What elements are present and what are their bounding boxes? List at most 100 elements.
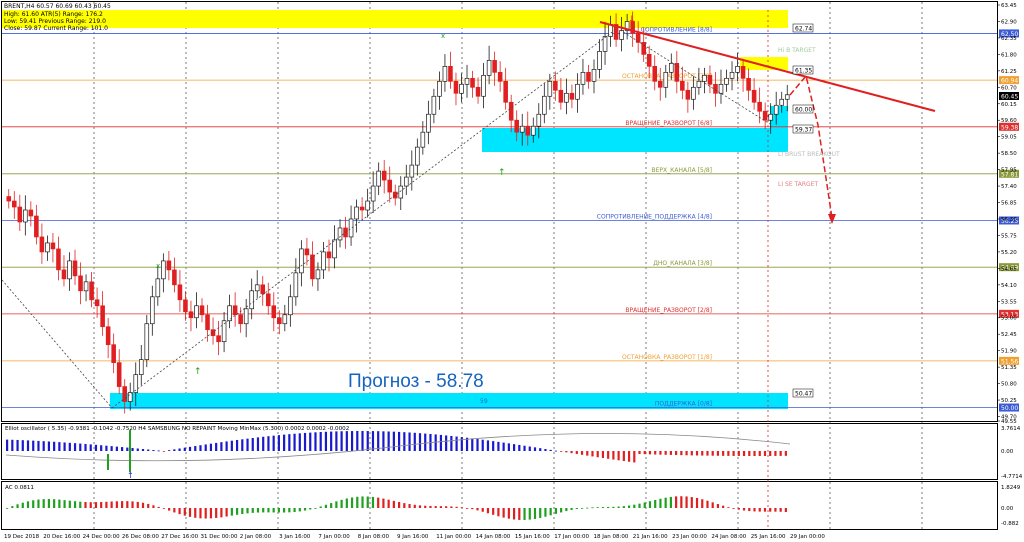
box-tag-text: 62.74 (795, 26, 812, 33)
time-tick-label: 9 Jan 16:00 (397, 534, 429, 540)
candle-body (166, 260, 172, 271)
elliot-bar (565, 451, 568, 453)
candle-body (740, 66, 746, 79)
candle-body (265, 293, 271, 307)
price-tick-label: 51.90 (1001, 349, 1017, 355)
ac-bar (481, 508, 484, 512)
green-x-marker: x (441, 32, 445, 40)
candle-body (260, 284, 266, 295)
ac-bar (586, 507, 589, 509)
level-label: ВЕРХ_КАНАЛА [5/8] (652, 167, 712, 174)
ac-bar (607, 506, 610, 508)
ac-bar (277, 508, 280, 513)
candle-body (597, 51, 602, 70)
ac-bar (283, 508, 286, 513)
elliot-bar (748, 451, 751, 456)
ac-bar (460, 507, 463, 509)
ac-bar (350, 497, 354, 508)
elliot-bar (272, 435, 275, 451)
elliot-bar (570, 451, 573, 454)
candle-body (144, 323, 150, 360)
ac-bar (335, 501, 338, 508)
ac-bar (633, 504, 636, 508)
elliot-bar (439, 434, 443, 451)
ac-bar (753, 508, 756, 512)
elliot-up-arrow: ↑ (127, 471, 134, 480)
candle-body (61, 269, 67, 280)
elliot-bar (742, 451, 746, 456)
elliot-bar (512, 444, 516, 451)
elliot-bar (168, 450, 171, 451)
ac-bar (737, 508, 740, 510)
ac-bar (366, 496, 369, 508)
candle-body (724, 77, 729, 85)
candle-body (381, 170, 387, 181)
ac-bar (47, 499, 51, 508)
candle-body (663, 71, 669, 88)
elliot-bar (199, 445, 202, 451)
elliot-bar (235, 439, 239, 451)
ac-bar (638, 503, 641, 508)
elliot-bar (356, 431, 359, 451)
candle-body (784, 94, 790, 100)
elliot-bar (596, 451, 599, 458)
elliot-bar (42, 441, 45, 451)
stats-low: Low: 59.41 Previous Range: 219.0 (4, 18, 106, 25)
candle-body (575, 83, 580, 100)
candle-body (299, 248, 304, 274)
elliot-bar (648, 451, 652, 455)
candle-body (437, 80, 442, 97)
elliot-bar (413, 432, 416, 451)
ac-bar (215, 508, 218, 518)
candle-body (337, 227, 343, 241)
elliot-bar (68, 442, 71, 451)
ac-bar (711, 502, 714, 508)
candle-body (459, 83, 464, 94)
ac-bar (727, 507, 730, 508)
ac-bar (523, 508, 526, 520)
ac-bar (162, 508, 165, 509)
candle-body (89, 281, 94, 301)
time-tick-label: 29 Jan 00:00 (790, 534, 825, 540)
ac-panel (1, 481, 998, 530)
candle-body (127, 392, 133, 402)
elliot-bar (225, 441, 228, 451)
time-tick-label: 8 Jan 08:00 (358, 534, 390, 540)
elliot-bar (79, 443, 82, 451)
price-chart[interactable]: СОПРОТИВЛЕНИЕ [8/8]62.50ОСТАНОВКА_РАЗВОР… (0, 0, 1024, 542)
candle-body (431, 95, 437, 115)
candle-body (249, 290, 254, 310)
elliot-bar (418, 433, 422, 451)
candle-body (735, 66, 740, 73)
candle-body (100, 305, 105, 328)
candle-body (34, 215, 39, 238)
elliot-bar (21, 440, 24, 451)
time-tick-label: 17 Jan 00:00 (554, 534, 589, 540)
ac-bar (450, 506, 453, 508)
price-tick-label: 60.15 (1001, 102, 1017, 108)
ac-bar (94, 502, 98, 508)
candle-body (475, 86, 481, 97)
elliot-bar (701, 451, 704, 456)
ac-bar (157, 506, 160, 508)
elliot-bar (283, 434, 286, 451)
ac-bar (492, 508, 495, 515)
ac-bar (84, 501, 87, 508)
time-tick-label: 19 Dec 2018 (4, 534, 40, 540)
price-tick-label: 50.80 (1001, 382, 1017, 388)
candle-body (707, 74, 713, 85)
ac-bar (204, 508, 207, 519)
elliot-bar (549, 449, 552, 451)
ac-bar (37, 499, 40, 508)
candle-body (321, 251, 326, 271)
price-tick-label: 54.65 (1001, 266, 1017, 272)
price-tick-label: 52.45 (1001, 332, 1017, 338)
elliot-title: Elliot oscillator ( 5.35) -0.9381 -0.104… (5, 426, 349, 432)
osc-axis-label: -4.7714 (1001, 474, 1023, 480)
ac-bar (230, 508, 233, 516)
candle-body (183, 299, 188, 313)
elliot-bar (204, 444, 207, 451)
ac-bar (763, 508, 767, 512)
ac-bar (371, 496, 375, 508)
elliot-bar (680, 451, 683, 456)
